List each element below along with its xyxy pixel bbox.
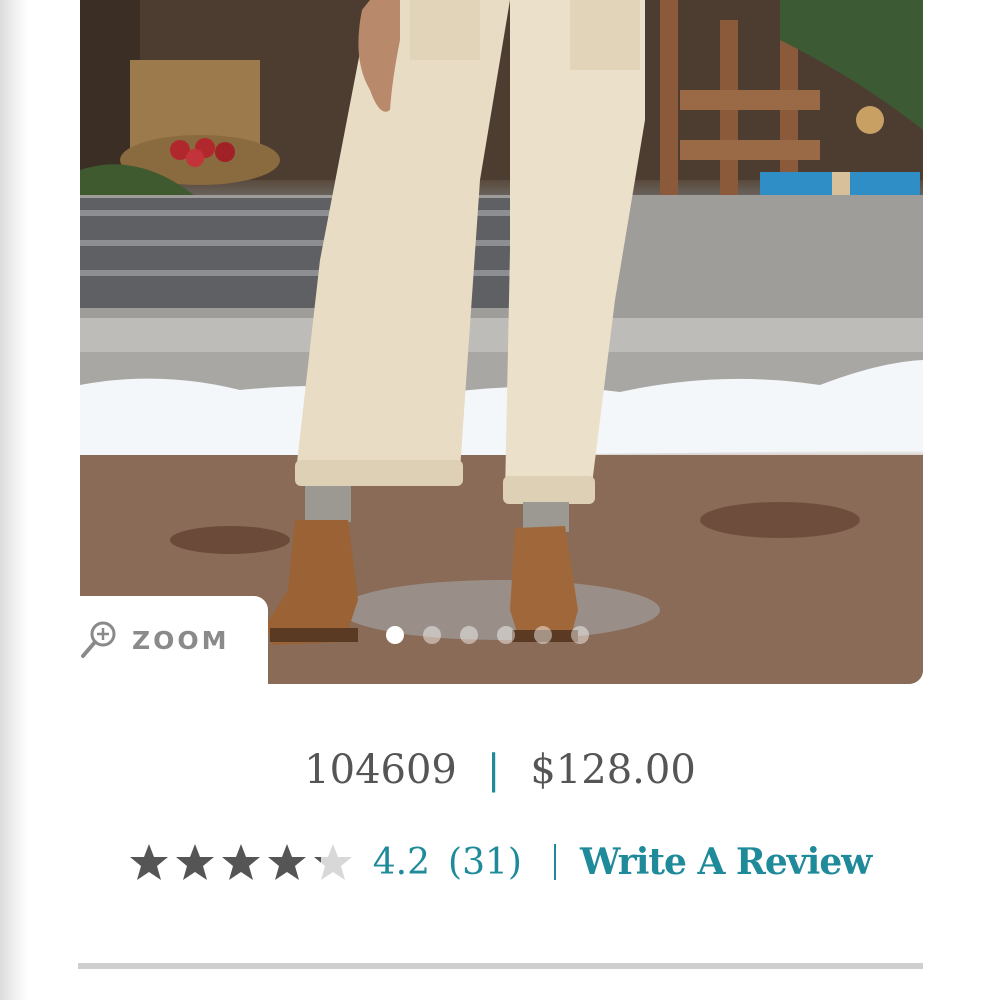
zoom-label: ZOOM xyxy=(132,625,230,655)
carousel-dot[interactable] xyxy=(571,626,589,644)
star-filled-icon xyxy=(175,844,214,880)
star-filled-icon xyxy=(221,844,260,880)
product-meta: 104609 | $128.00 xyxy=(0,740,1000,800)
magnifier-plus-icon xyxy=(81,621,116,658)
carousel-pagination xyxy=(386,626,589,644)
rating-row: 4.2 (31) Write A Review xyxy=(0,832,1000,892)
product-price: $128.00 xyxy=(530,747,696,793)
rating-value: 4.2 xyxy=(372,841,431,883)
review-count[interactable]: (31) xyxy=(448,842,522,883)
product-image[interactable] xyxy=(80,0,923,684)
zoom-button[interactable]: ZOOM xyxy=(80,596,268,684)
star-filled-icon xyxy=(267,844,306,880)
carousel-dot[interactable] xyxy=(423,626,441,644)
carousel-dot[interactable] xyxy=(386,626,404,644)
write-review-link[interactable]: Write A Review xyxy=(580,841,872,883)
carousel-dot[interactable] xyxy=(497,626,515,644)
star-rating[interactable] xyxy=(129,842,353,882)
meta-separator: | xyxy=(486,747,501,793)
star-filled-icon xyxy=(129,844,168,880)
carousel-dot[interactable] xyxy=(460,626,478,644)
star-partial-icon xyxy=(313,844,352,880)
carousel-dot[interactable] xyxy=(534,626,552,644)
product-sku: 104609 xyxy=(304,747,457,793)
section-divider xyxy=(78,963,923,969)
product-photo-illustration xyxy=(80,0,923,684)
rating-separator xyxy=(553,844,556,880)
